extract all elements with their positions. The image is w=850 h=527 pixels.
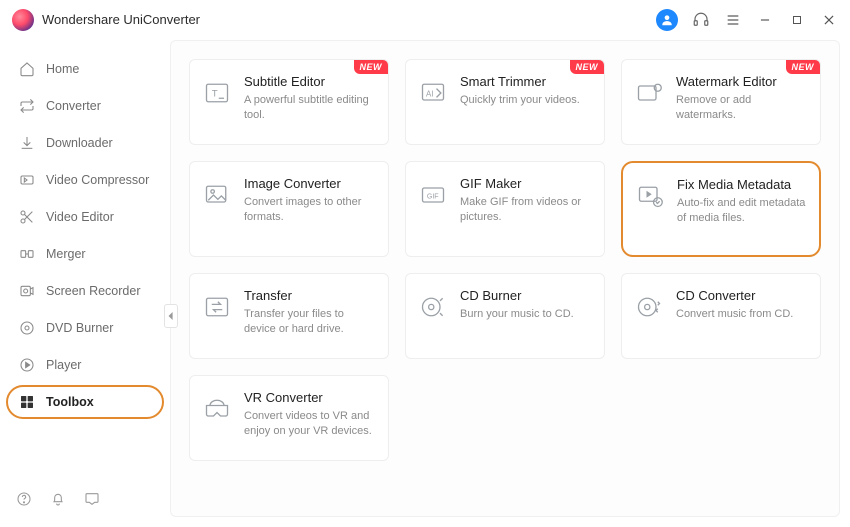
grid-icon [18,394,36,410]
card-title: CD Converter [676,288,793,303]
card-vr-converter[interactable]: VR Converter Convert videos to VR and en… [189,375,389,461]
cd-burn-icon [418,292,448,322]
metadata-icon [635,181,665,211]
main-content: NEW T Subtitle Editor A powerful subtitl… [170,40,840,517]
card-title: Fix Media Metadata [677,177,807,192]
card-desc: Make GIF from videos or pictures. [460,195,592,225]
card-desc: Transfer your files to device or hard dr… [244,307,376,337]
svg-text:T: T [212,89,218,100]
sidebar-collapse-handle[interactable] [164,304,178,328]
transfer-icon [202,292,232,322]
bell-icon[interactable] [50,491,66,507]
vr-icon [202,394,232,424]
card-cd-burner[interactable]: CD Burner Burn your music to CD. [405,273,605,359]
card-fix-media-metadata[interactable]: Fix Media Metadata Auto-fix and edit met… [621,161,821,257]
new-badge: NEW [354,60,389,74]
card-gif-maker[interactable]: GIF GIF Maker Make GIF from videos or pi… [405,161,605,257]
sidebar-item-downloader[interactable]: Downloader [6,126,164,160]
converter-icon [18,98,36,114]
card-title: Smart Trimmer [460,74,580,89]
card-desc: Remove or add watermarks. [676,93,808,123]
app-logo-icon [12,9,34,31]
card-desc: Convert images to other formats. [244,195,376,225]
home-icon [18,61,36,77]
merge-icon [18,246,36,262]
card-title: Watermark Editor [676,74,808,89]
new-badge: NEW [570,60,605,74]
sidebar-item-label: Home [46,62,79,76]
sidebar-item-label: Merger [46,247,86,261]
sidebar-item-toolbox[interactable]: Toolbox [6,385,164,419]
scissors-icon [18,209,36,225]
card-title: Transfer [244,288,376,303]
card-desc: Burn your music to CD. [460,307,574,322]
window-minimize-button[interactable] [756,11,774,29]
cd-convert-icon [634,292,664,322]
sidebar-item-label: Screen Recorder [46,284,141,298]
card-desc: Auto-fix and edit metadata of media file… [677,196,807,226]
sidebar-item-home[interactable]: Home [6,52,164,86]
app-title: Wondershare UniConverter [42,12,200,27]
help-icon[interactable] [16,491,32,507]
card-watermark-editor[interactable]: NEW Watermark Editor Remove or add water… [621,59,821,145]
user-avatar-icon[interactable] [656,9,678,31]
card-transfer[interactable]: Transfer Transfer your files to device o… [189,273,389,359]
card-title: Subtitle Editor [244,74,376,89]
subtitle-icon: T [202,78,232,108]
sidebar-item-merger[interactable]: Merger [6,237,164,271]
card-smart-trimmer[interactable]: NEW AI Smart Trimmer Quickly trim your v… [405,59,605,145]
card-desc: Quickly trim your videos. [460,93,580,108]
svg-text:AI: AI [426,90,433,99]
card-image-converter[interactable]: Image Converter Convert images to other … [189,161,389,257]
sidebar-item-label: Video Compressor [46,173,149,187]
card-title: GIF Maker [460,176,592,191]
card-desc: A powerful subtitle editing tool. [244,93,376,123]
compress-icon [18,172,36,188]
sidebar-item-video-compressor[interactable]: Video Compressor [6,163,164,197]
card-title: Image Converter [244,176,376,191]
disc-icon [18,320,36,336]
sidebar-item-label: Converter [46,99,101,113]
titlebar: Wondershare UniConverter [0,0,850,40]
card-desc: Convert music from CD. [676,307,793,322]
menu-icon[interactable] [724,11,742,29]
new-badge: NEW [786,60,821,74]
sidebar-item-label: Downloader [46,136,113,150]
card-desc: Convert videos to VR and enjoy on your V… [244,409,376,439]
record-icon [18,283,36,299]
sidebar-item-player[interactable]: Player [6,348,164,382]
sidebar-item-label: Toolbox [46,395,94,409]
card-title: VR Converter [244,390,376,405]
trimmer-icon: AI [418,78,448,108]
image-icon [202,180,232,210]
sidebar-item-converter[interactable]: Converter [6,89,164,123]
sidebar-item-label: Video Editor [46,210,114,224]
watermark-icon [634,78,664,108]
sidebar-item-dvd-burner[interactable]: DVD Burner [6,311,164,345]
sidebar-item-label: Player [46,358,81,372]
svg-text:GIF: GIF [427,194,439,201]
window-close-button[interactable] [820,11,838,29]
sidebar-item-video-editor[interactable]: Video Editor [6,200,164,234]
play-icon [18,357,36,373]
window-maximize-button[interactable] [788,11,806,29]
sidebar-item-label: DVD Burner [46,321,113,335]
sidebar-item-screen-recorder[interactable]: Screen Recorder [6,274,164,308]
card-title: CD Burner [460,288,574,303]
headset-icon[interactable] [692,11,710,29]
feedback-icon[interactable] [84,491,100,507]
download-icon [18,135,36,151]
card-cd-converter[interactable]: CD Converter Convert music from CD. [621,273,821,359]
gif-icon: GIF [418,180,448,210]
card-subtitle-editor[interactable]: NEW T Subtitle Editor A powerful subtitl… [189,59,389,145]
sidebar: Home Converter Downloader Video Compress… [0,40,170,527]
